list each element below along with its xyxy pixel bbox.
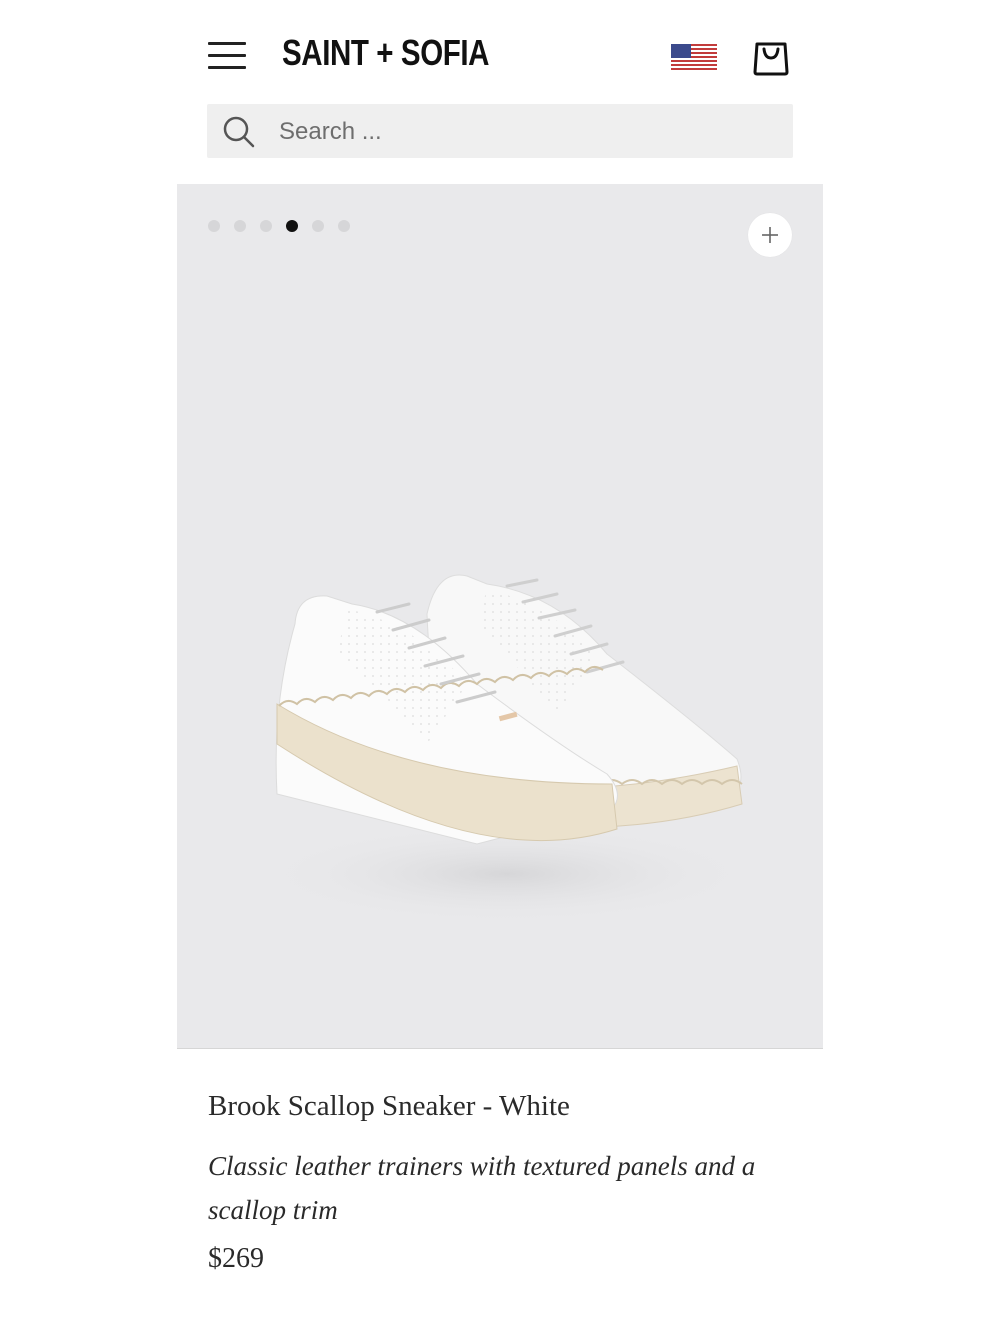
menu-line xyxy=(208,42,246,45)
search-icon[interactable] xyxy=(221,114,257,150)
carousel-dot[interactable] xyxy=(338,220,350,232)
carousel-dot[interactable] xyxy=(312,220,324,232)
carousel-dots xyxy=(208,220,350,232)
zoom-button[interactable] xyxy=(748,213,792,257)
carousel-dot-active[interactable] xyxy=(286,220,298,232)
us-flag-icon[interactable] xyxy=(671,44,717,70)
site-header: SAINT + SOFIA xyxy=(0,0,1000,100)
plus-icon xyxy=(762,227,778,243)
search-input[interactable] xyxy=(277,104,781,160)
product-title[interactable]: Brook Scallop Sneaker - White xyxy=(208,1090,570,1123)
product-description: Classic leather trainers with textured p… xyxy=(208,1151,756,1225)
carousel-dot[interactable] xyxy=(260,220,272,232)
product-image-gallery[interactable] xyxy=(177,184,823,1049)
menu-line xyxy=(208,54,246,57)
product-price: $269 xyxy=(208,1243,264,1274)
menu-line xyxy=(208,66,246,69)
product-image[interactable] xyxy=(177,184,823,1048)
shopping-bag-icon[interactable] xyxy=(752,36,790,76)
search-bar[interactable] xyxy=(207,104,793,160)
carousel-dot[interactable] xyxy=(208,220,220,232)
carousel-dot[interactable] xyxy=(234,220,246,232)
hamburger-menu-icon[interactable] xyxy=(208,42,248,72)
site-logo[interactable]: SAINT + SOFIA xyxy=(282,32,489,74)
